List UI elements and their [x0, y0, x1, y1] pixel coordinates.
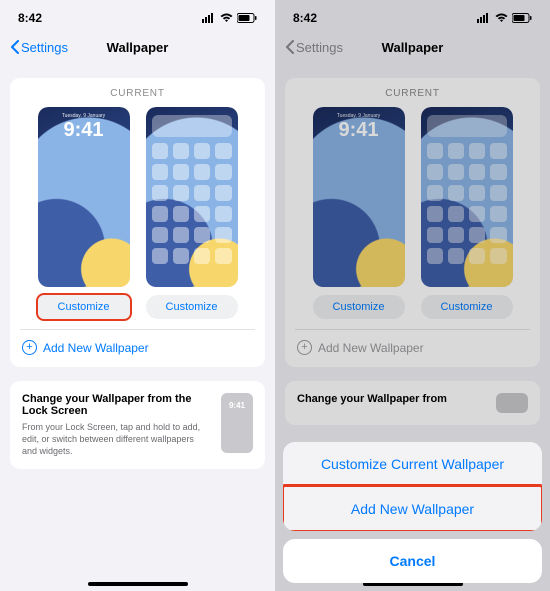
battery-icon [512, 13, 532, 23]
content: CURRENT Tuesday, 9 January 9:41 [275, 78, 550, 425]
app-grid [427, 143, 507, 281]
change-title: Change your Wallpaper from the Lock Scre… [22, 393, 209, 417]
lock-overlay: Tuesday, 9 January 9:41 [38, 113, 130, 140]
status-icons [477, 13, 532, 23]
screen-after: 8:42 Settings Wallpaper CURRENT Tuesday,… [275, 0, 550, 591]
section-label: CURRENT [20, 88, 255, 99]
home-screen-preview[interactable] [421, 107, 513, 287]
back-label: Settings [296, 40, 343, 55]
mini-phone-graphic: 9:41 [221, 393, 253, 453]
customize-current-label: Customize Current Wallpaper [321, 456, 504, 472]
widget-placeholder [427, 115, 507, 137]
add-new-wallpaper-option[interactable]: Add New Wallpaper [283, 486, 542, 531]
lock-time: 9:41 [38, 120, 130, 140]
content: CURRENT Tuesday, 9 January 9:41 [0, 78, 275, 469]
screen-before: 8:42 Settings Wallpaper CURRENT Tuesday,… [0, 0, 275, 591]
mini-phone-time: 9:41 [229, 401, 245, 410]
change-body: From your Lock Screen, tap and hold to a… [22, 421, 209, 457]
home-indicator[interactable] [88, 582, 188, 586]
customize-lock-label: Customize [333, 301, 385, 313]
status-time: 8:42 [293, 11, 317, 25]
customize-row: Customize Customize [295, 295, 530, 319]
plus-circle-icon: + [22, 340, 37, 355]
previews: Tuesday, 9 January 9:41 [20, 107, 255, 287]
customize-row: Customize Customize [20, 295, 255, 319]
customize-lock-button[interactable]: Customize [313, 295, 405, 319]
back-button[interactable]: Settings [10, 40, 68, 55]
cancel-button[interactable]: Cancel [283, 539, 542, 583]
change-from-lock-card: Change your Wallpaper from the Lock Scre… [10, 381, 265, 469]
change-from-lock-card: Change your Wallpaper from [285, 381, 540, 425]
back-label: Settings [21, 40, 68, 55]
lock-date: Tuesday, 9 January [38, 113, 130, 119]
lock-screen-preview[interactable]: Tuesday, 9 January 9:41 [38, 107, 130, 287]
cancel-label: Cancel [390, 553, 436, 569]
wifi-icon [220, 13, 233, 23]
app-grid [152, 143, 232, 281]
lock-overlay: Tuesday, 9 January 9:41 [313, 113, 405, 140]
status-bar: 8:42 [275, 0, 550, 30]
lock-date: Tuesday, 9 January [313, 113, 405, 119]
back-button[interactable]: Settings [285, 40, 343, 55]
previews: Tuesday, 9 January 9:41 [295, 107, 530, 287]
customize-home-button[interactable]: Customize [421, 295, 513, 319]
customize-current-option[interactable]: Customize Current Wallpaper [283, 442, 542, 486]
action-sheet-options: Customize Current Wallpaper Add New Wall… [283, 442, 542, 531]
add-new-option-label: Add New Wallpaper [351, 501, 474, 517]
customize-home-label: Customize [166, 301, 218, 313]
customize-home-label: Customize [441, 301, 493, 313]
home-screen-preview[interactable] [146, 107, 238, 287]
nav-bar: Settings Wallpaper [0, 30, 275, 64]
plus-circle-icon: + [297, 340, 312, 355]
customize-home-button[interactable]: Customize [146, 295, 238, 319]
battery-icon [237, 13, 257, 23]
mini-phone-graphic [496, 393, 528, 413]
cellular-icon [202, 13, 216, 23]
lock-time: 9:41 [313, 120, 405, 140]
cellular-icon [477, 13, 491, 23]
current-wallpaper-card: CURRENT Tuesday, 9 January 9:41 [285, 78, 540, 367]
customize-lock-button[interactable]: Customize [38, 295, 130, 319]
status-icons [202, 13, 257, 23]
nav-bar: Settings Wallpaper [275, 30, 550, 64]
lock-screen-preview[interactable]: Tuesday, 9 January 9:41 [313, 107, 405, 287]
section-label: CURRENT [295, 88, 530, 99]
add-new-wallpaper-row[interactable]: + Add New Wallpaper [295, 330, 530, 361]
status-time: 8:42 [18, 11, 42, 25]
change-title: Change your Wallpaper from [297, 393, 484, 405]
widget-placeholder [152, 115, 232, 137]
wifi-icon [495, 13, 508, 23]
add-new-wallpaper-row[interactable]: + Add New Wallpaper [20, 330, 255, 361]
customize-lock-label: Customize [58, 301, 110, 313]
add-new-label: Add New Wallpaper [318, 341, 424, 355]
current-wallpaper-card: CURRENT Tuesday, 9 January 9:41 [10, 78, 265, 367]
home-overlay [152, 115, 232, 281]
chevron-left-icon [10, 40, 19, 54]
status-bar: 8:42 [0, 0, 275, 30]
add-new-label: Add New Wallpaper [43, 341, 149, 355]
home-overlay [427, 115, 507, 281]
action-sheet: Customize Current Wallpaper Add New Wall… [283, 442, 542, 583]
chevron-left-icon [285, 40, 294, 54]
